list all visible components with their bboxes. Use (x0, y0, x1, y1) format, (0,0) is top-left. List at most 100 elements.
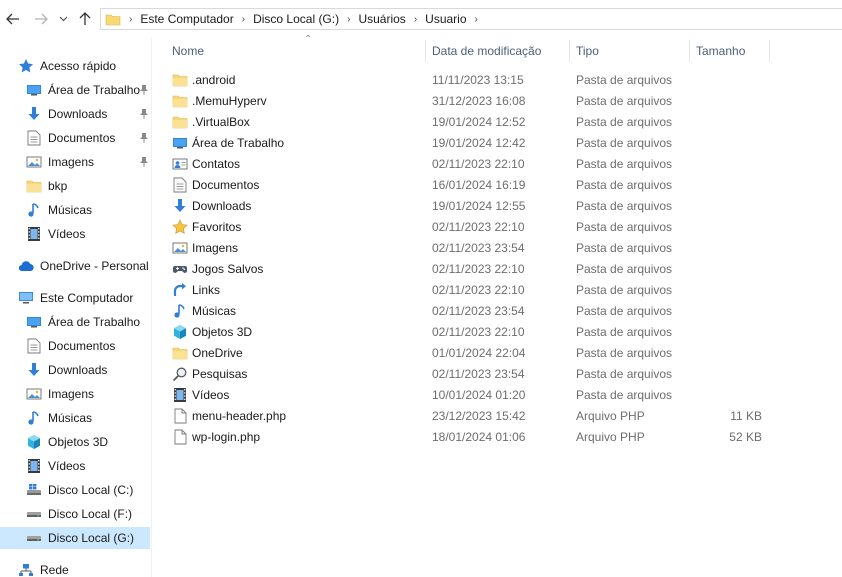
file-type: Pasta de arquivos (576, 198, 673, 213)
nav-quick-documentos[interactable]: Documentos (26, 127, 151, 149)
file-name-cell[interactable]: .MemuHyperv (172, 90, 267, 111)
breadcrumb-separator: › (129, 13, 133, 25)
pin-icon[interactable] (139, 84, 149, 96)
file-name-cell[interactable]: Contatos (172, 153, 240, 174)
table-row[interactable]: Downloads 19/01/2024 12:55 Pasta de arquiv… (152, 195, 842, 216)
table-row[interactable]: .VirtualBox 19/01/2024 12:52 Pasta de arqu… (152, 111, 842, 132)
pin-icon[interactable] (139, 132, 149, 144)
file-date: 19/01/2024 12:55 (432, 198, 526, 213)
address-bar[interactable]: › Este Computador › Disco Local (G:) › U… (100, 8, 842, 30)
file-name-cell[interactable]: Links (172, 279, 220, 300)
nav-network[interactable]: Rede (18, 559, 151, 577)
file-name-cell[interactable]: menu-header.php (172, 405, 286, 426)
nav-quick-imagens[interactable]: Imagens (26, 151, 151, 173)
nav-quick-bkp[interactable]: bkp (26, 175, 151, 197)
table-row[interactable]: menu-header.php 23/12/2023 15:42 Arquivo P… (152, 405, 842, 426)
table-row[interactable]: Documentos 16/01/2024 16:19 Pasta de arqui… (152, 174, 842, 195)
folder-icon (105, 14, 121, 25)
cube-icon (172, 324, 188, 340)
column-divider[interactable] (769, 40, 770, 62)
table-row[interactable]: .android 11/11/2023 13:15 Pasta de arquivo… (152, 69, 842, 90)
table-row[interactable]: wp-login.php 18/01/2024 01:06 Arquivo PHP 5… (152, 426, 842, 447)
nav-pc-imagens[interactable]: Imagens (26, 383, 151, 405)
nav-quick-videos[interactable]: Vídeos (26, 223, 151, 245)
nav-pc-disco-local-f[interactable]: Disco Local (F:) (26, 503, 151, 525)
file-name: Vídeos (192, 387, 230, 402)
column-header-name[interactable]: ⌃ Nome (166, 34, 426, 64)
file-name-cell[interactable]: Pesquisas (172, 363, 247, 384)
nav-quick-area-de-trabalho[interactable]: Área de Trabalho (26, 79, 151, 101)
file-name-cell[interactable]: .android (172, 69, 235, 90)
table-row[interactable]: Imagens 02/11/2023 23:54 Pasta de arquivos (152, 237, 842, 258)
nav-this-pc[interactable]: Este Computador (18, 287, 151, 309)
file-name-cell[interactable]: Vídeos (172, 384, 229, 405)
forward-button[interactable] (30, 8, 52, 30)
video-icon (26, 226, 42, 242)
nav-pc-musicas[interactable]: Músicas (26, 407, 151, 429)
nav-pc-documentos[interactable]: Documentos (26, 335, 151, 357)
file-type: Arquivo PHP (576, 429, 645, 444)
back-button[interactable] (2, 8, 24, 30)
up-button[interactable] (74, 8, 96, 30)
nav-quick-downloads[interactable]: Downloads (26, 103, 151, 125)
column-header-date[interactable]: Data de modificação (426, 38, 570, 64)
table-row[interactable]: Links 02/11/2023 22:10 Pasta de arquivos (152, 279, 842, 300)
breadcrumb-disco-local-g[interactable]: Disco Local (G:) (253, 12, 339, 26)
table-row[interactable]: Pesquisas 02/11/2023 23:54 Pasta de arquiv… (152, 363, 842, 384)
nav-pc-disco-local-c[interactable]: Disco Local (C:) (26, 479, 151, 501)
nav-pc-objetos-3d[interactable]: Objetos 3D (26, 431, 151, 453)
file-name-cell[interactable]: wp-login.php (172, 426, 260, 447)
nav-pc-disco-local-g[interactable]: Disco Local (G:) (0, 527, 150, 549)
breadcrumb-usuario[interactable]: Usuario (425, 12, 466, 26)
file-name-cell[interactable]: OneDrive (172, 342, 243, 363)
table-row[interactable]: OneDrive 01/01/2024 22:04 Pasta de arquivo… (152, 342, 842, 363)
quick-access-star-icon (18, 58, 34, 74)
file-name-cell[interactable]: Músicas (172, 300, 236, 321)
nav-quick-access[interactable]: Acesso rápido (18, 55, 151, 77)
table-row[interactable]: Contatos 02/11/2023 22:10 Pasta de arquivo… (152, 153, 842, 174)
file-icon (172, 429, 188, 445)
nav-pc-area-de-trabalho[interactable]: Área de Trabalho (26, 311, 151, 333)
pin-icon[interactable] (139, 108, 149, 120)
image-icon (172, 240, 188, 256)
file-name: Área de Trabalho (192, 135, 285, 150)
file-name-cell[interactable]: Área de Trabalho (172, 132, 284, 153)
breadcrumb-usuarios[interactable]: Usuários (358, 12, 405, 26)
file-type: Pasta de arquivos (576, 261, 673, 276)
file-name: Imagens (192, 240, 239, 255)
column-header-date-label: Data de modificação (432, 44, 542, 58)
folder-icon (172, 345, 188, 361)
pin-icon[interactable] (139, 156, 149, 168)
link-arrow-icon (172, 282, 188, 298)
column-header-type[interactable]: Tipo (570, 38, 690, 64)
file-name-cell[interactable]: Documentos (172, 174, 259, 195)
table-row[interactable]: Favoritos 02/11/2023 22:10 Pasta de arquiv… (152, 216, 842, 237)
nav-pc-downloads[interactable]: Downloads (26, 359, 151, 381)
table-row[interactable]: Objetos 3D 02/11/2023 22:10 Pasta de arqui… (152, 321, 842, 342)
table-row[interactable]: Área de Trabalho 19/01/2024 12:42 Pasta de… (152, 132, 842, 153)
file-name-cell[interactable]: Favoritos (172, 216, 241, 237)
nav-pc-videos[interactable]: Vídeos (26, 455, 151, 477)
table-row[interactable]: .MemuHyperv 31/12/2023 16:08 Pasta de arqu… (152, 90, 842, 111)
nav-item-label: Objetos 3D (48, 435, 109, 449)
recent-locations-button[interactable] (56, 8, 70, 30)
table-row[interactable]: Vídeos 10/01/2024 01:20 Pasta de arquivos (152, 384, 842, 405)
file-name-cell[interactable]: .VirtualBox (172, 111, 250, 132)
file-name-cell[interactable]: Downloads (172, 195, 251, 216)
nav-item-label: Documentos (48, 339, 116, 353)
file-name-cell[interactable]: Jogos Salvos (172, 258, 263, 279)
table-row[interactable]: Jogos Salvos 02/11/2023 22:10 Pasta de arq… (152, 258, 842, 279)
file-name-cell[interactable]: Imagens (172, 237, 238, 258)
file-name: Músicas (192, 303, 237, 318)
search-icon (172, 366, 188, 382)
nav-quick-musicas[interactable]: Músicas (26, 199, 151, 221)
nav-item-label: OneDrive - Personal (40, 259, 149, 273)
breadcrumb-este-computador[interactable]: Este Computador (140, 12, 233, 26)
star-icon (172, 218, 188, 235)
table-row[interactable]: Músicas 02/11/2023 23:54 Pasta de arquivos (152, 300, 842, 321)
arrow-left-icon (6, 13, 19, 25)
nav-onedrive[interactable]: OneDrive - Personal (18, 255, 151, 277)
folder-icon (172, 72, 188, 88)
column-header-size[interactable]: Tamanho (690, 38, 770, 64)
file-name-cell[interactable]: Objetos 3D (172, 321, 252, 342)
